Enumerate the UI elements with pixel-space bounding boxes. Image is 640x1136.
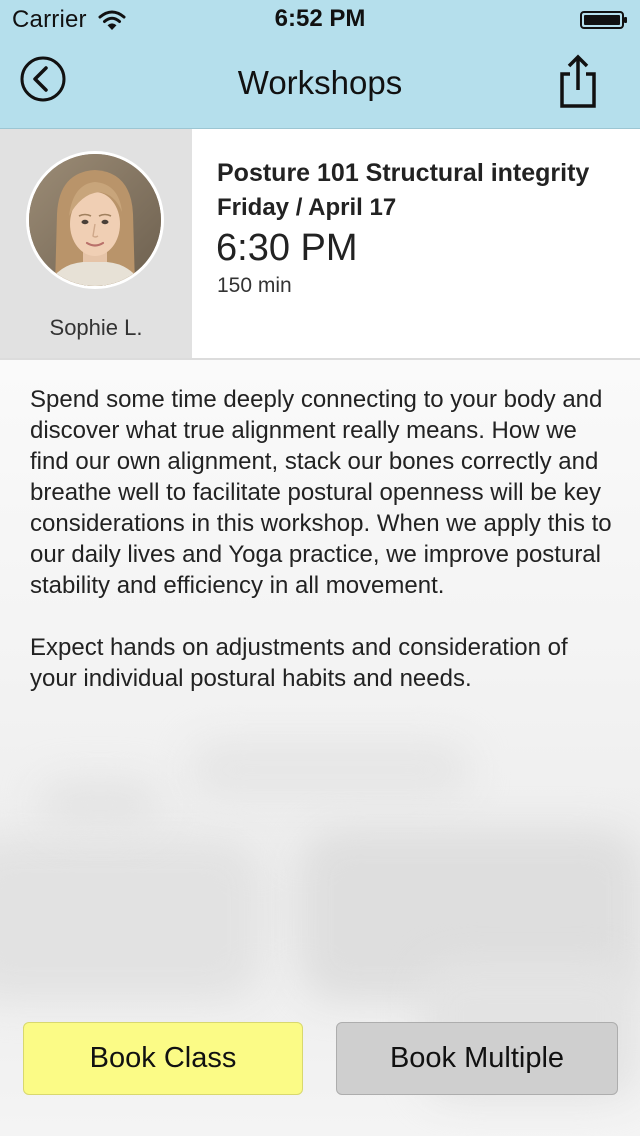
instructor-name: Sophie L. (49, 315, 143, 340)
book-class-button[interactable]: Book Class (23, 1022, 303, 1095)
background-blur-shape (40, 780, 160, 830)
session-time: 6:30 PM (216, 227, 358, 269)
background-blur-shape (190, 740, 470, 800)
description-area[interactable]: Spend some time deeply connecting to you… (0, 360, 640, 1136)
share-icon (560, 54, 596, 108)
page-title: Workshops (237, 64, 403, 101)
description-paragraph: Expect hands on adjustments and consider… (30, 634, 568, 692)
workshop-description: Spend some time deeply connecting to you… (30, 384, 616, 725)
battery-icon (580, 11, 628, 29)
status-time: 6:52 PM (274, 5, 366, 32)
session-date: Friday / April 17 (217, 194, 397, 221)
description-paragraph: Spend some time deeply connecting to you… (30, 386, 612, 599)
book-multiple-button[interactable]: Book Multiple (336, 1022, 618, 1095)
avatar (26, 151, 164, 289)
instructor-panel[interactable]: Sophie L. (0, 129, 192, 358)
session-header: Sophie L. Posture 101 Structural integri… (0, 129, 640, 360)
share-button[interactable] (558, 54, 598, 110)
session-title: Posture 101 Structural integrity (217, 159, 590, 187)
session-duration: 150 min (217, 274, 292, 297)
background-blur-shape (0, 840, 260, 1000)
instructor-photo (29, 154, 161, 286)
navigation-bar: Carrier 6:52 PM Workshops (0, 0, 640, 129)
